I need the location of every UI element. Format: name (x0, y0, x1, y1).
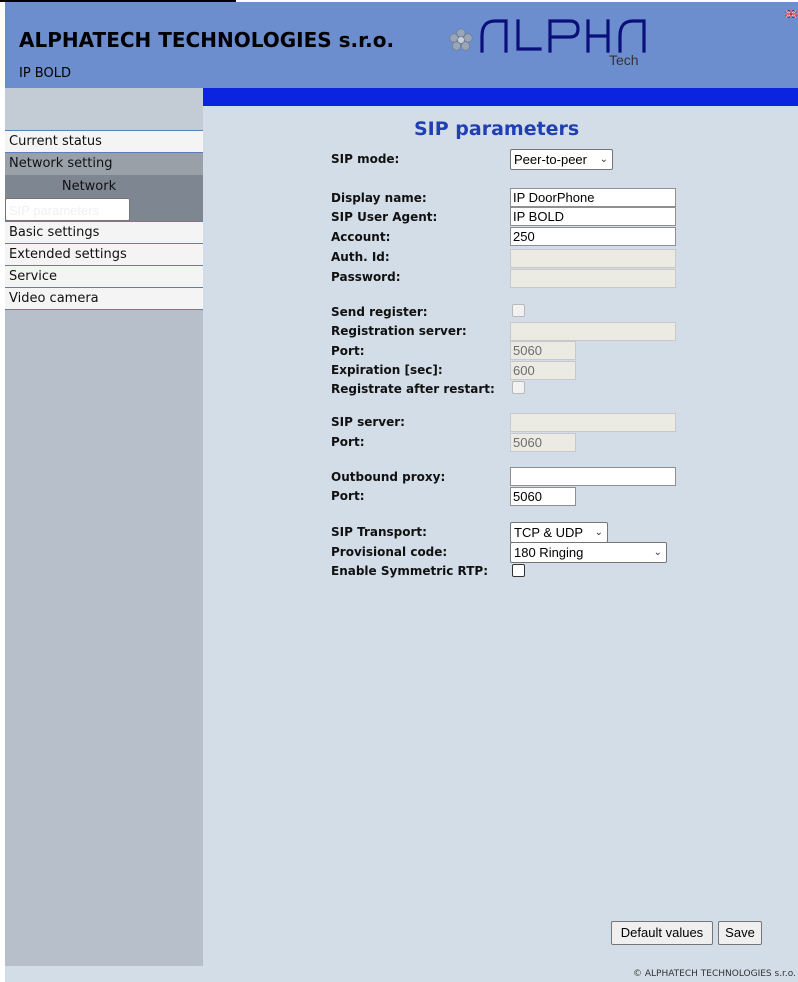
registration-server-label: Registration server: (331, 324, 467, 338)
sidebar-item-current-status[interactable]: Current status (5, 131, 203, 153)
sip-transport-select[interactable]: TCP & UDP ⌄ (510, 522, 608, 543)
copyright-text: © ALPHATECH TECHNOLOGIES s.r.o. (633, 969, 796, 979)
account-input[interactable]: 250 (510, 227, 676, 246)
sip-mode-value: Peer-to-peer (514, 152, 587, 167)
sip-transport-value: TCP & UDP (514, 525, 584, 540)
registrate-after-restart-label: Registrate after restart: (331, 382, 495, 396)
sip-mode-select[interactable]: Peer-to-peer ⌄ (510, 149, 613, 170)
expiration-input[interactable]: 600 (510, 361, 576, 380)
alpha-logo: Tech (480, 19, 646, 66)
company-name: ALPHATECH TECHNOLOGIES s.r.o. (19, 28, 395, 52)
user-agent-label: SIP User Agent: (331, 210, 438, 224)
provisional-code-select[interactable]: 180 Ringing ⌄ (510, 542, 667, 563)
main-content: SIP parameters SIP mode: Peer-to-peer ⌄ D… (203, 88, 798, 966)
display-name-label: Display name: (331, 191, 427, 205)
sip-transport-label: SIP Transport: (331, 525, 427, 539)
provisional-code-label: Provisional code: (331, 545, 448, 559)
auth-id-label: Auth. Id: (331, 250, 390, 264)
provisional-code-value: 180 Ringing (514, 545, 584, 560)
password-input[interactable] (510, 269, 676, 288)
symmetric-rtp-checkbox[interactable] (512, 564, 525, 577)
page-title: SIP parameters (414, 118, 580, 140)
sip-mode-label: SIP mode: (331, 152, 400, 166)
save-button[interactable]: Save (718, 921, 762, 945)
sip-port-input[interactable]: 5060 (510, 433, 576, 452)
app-header: ALPHATECH TECHNOLOGIES s.r.o. IP BOLD Te… (5, 2, 798, 88)
proxy-port-label: Port: (331, 489, 365, 503)
uk-flag-icon[interactable] (785, 10, 797, 18)
symmetric-rtp-label: Enable Symmetric RTP: (331, 564, 489, 578)
auth-id-input[interactable] (510, 249, 676, 268)
sidebar-spacer (5, 88, 203, 131)
reg-port-label: Port: (331, 344, 365, 358)
account-label: Account: (331, 230, 391, 244)
proxy-port-input[interactable]: 5060 (510, 487, 576, 506)
default-values-button[interactable]: Default values (611, 921, 713, 945)
sidebar: Current status Network setting Network S… (5, 88, 204, 966)
chevron-down-icon: ⌄ (599, 154, 608, 165)
display-name-input[interactable]: IP DoorPhone (510, 188, 676, 207)
registrate-after-restart-checkbox[interactable] (512, 381, 525, 394)
sidebar-item-network-setting[interactable]: Network setting (5, 153, 203, 175)
sip-port-label: Port: (331, 435, 365, 449)
sidebar-item-video-camera[interactable]: Video camera (5, 288, 203, 310)
sidebar-subitem-sip-parameters[interactable]: SIP parameters (5, 198, 131, 221)
expiration-label: Expiration [sec]: (331, 363, 443, 377)
sidebar-item-basic-settings[interactable]: Basic settings (5, 222, 203, 244)
device-name: IP BOLD (19, 66, 71, 81)
user-agent-input[interactable]: IP BOLD (510, 207, 676, 226)
chevron-down-icon: ⌄ (594, 527, 603, 538)
sidebar-subitem-network[interactable]: Network (5, 175, 203, 198)
password-label: Password: (331, 270, 401, 284)
sidebar-submenu-network: Network SIP parameters Web server (5, 175, 203, 222)
reg-port-input[interactable]: 5060 (510, 341, 576, 360)
logo-subtitle: Tech (609, 52, 639, 66)
sip-server-label: SIP server: (331, 415, 405, 429)
flower-logo-icon (449, 28, 473, 51)
sip-server-input[interactable] (510, 413, 676, 432)
outbound-proxy-input[interactable] (510, 467, 676, 486)
sidebar-menu: Current status Network setting Network S… (5, 131, 203, 310)
header-bar (203, 88, 798, 106)
chevron-down-icon: ⌄ (653, 547, 662, 558)
send-register-label: Send register: (331, 305, 428, 319)
send-register-checkbox[interactable] (512, 304, 525, 317)
footer: © ALPHATECH TECHNOLOGIES s.r.o. (5, 966, 798, 982)
sidebar-item-service[interactable]: Service (5, 266, 203, 288)
outbound-proxy-label: Outbound proxy: (331, 470, 446, 484)
registration-server-input[interactable] (510, 322, 676, 341)
sidebar-item-extended-settings[interactable]: Extended settings (5, 244, 203, 266)
